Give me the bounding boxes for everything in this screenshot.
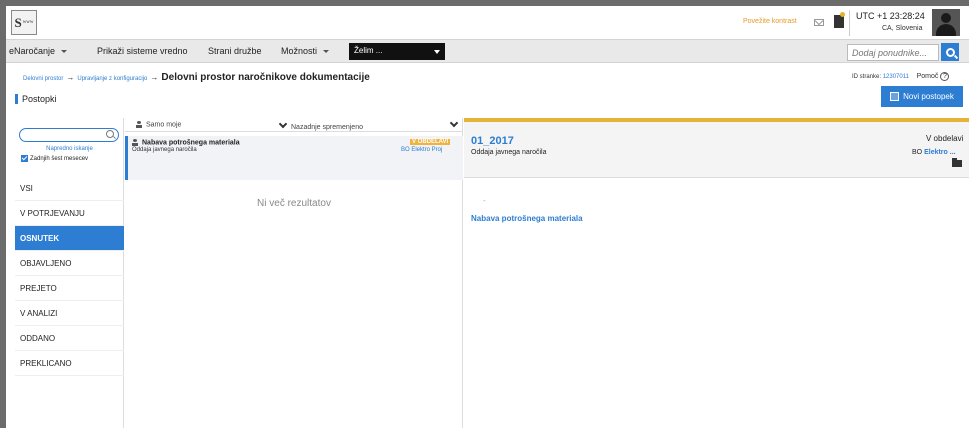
search-icon [106,130,114,138]
nav-companies-label: Strani družbe [208,46,262,56]
help-label[interactable]: Pomoč [917,73,939,80]
chevron-down-icon [61,50,68,54]
header-divider [849,10,850,36]
list-item[interactable]: Nabava potrošnega materiala Oddaja javne… [125,136,463,180]
arrow-right-icon: → [150,73,159,82]
bidder-search-input[interactable] [847,44,939,61]
user-avatar[interactable] [932,9,960,36]
sidebar-item-cancelled[interactable]: PREKLICANO [15,351,124,376]
list-item-title-text: Nabava potrošnega materiala [142,139,240,147]
customer-id-label: ID stranke: [852,74,882,80]
arrow-right-icon: → [66,73,75,82]
app-window: Swww Povežite kontrast UTC +1 23:28:24 C… [6,6,969,428]
list-item-subtitle: Oddaja javnega naročila [132,147,197,153]
filter-only-mine[interactable]: Samo moje [136,121,181,128]
sidebar-item-received[interactable]: PREJETO [15,276,124,301]
empty-value: - [483,196,486,205]
list-item-org[interactable]: BO Elektro Proj [401,147,442,153]
sort-last-changed[interactable]: Nazadnje spremenjeno [278,119,363,131]
sidebar-item-in-approval[interactable]: V POTRJEVANJU [15,201,124,226]
page-title: Delovni prostor naročnikove dokumentacij… [161,72,370,83]
detail-procedure-link[interactable]: Nabava potrošnega materiala [471,214,583,223]
new-procedure-button[interactable]: Novi postopek [881,86,963,107]
no-more-results: Ni več rezultatov [257,198,331,209]
sidebar-item-in-analysis[interactable]: V ANALIZI [15,301,124,326]
document-icon [890,92,900,101]
breadcrumb-configuration[interactable]: Upravljanje z konfiguracijo [77,76,147,82]
nav-systems-label: Prikaži sisteme vredno [97,46,188,56]
chevron-down-icon [323,50,330,54]
nav-options[interactable]: Možnosti [281,46,330,56]
list-filters: Samo moje Nazadnje spremenjeno [125,118,463,132]
clock-location: CA, Slovenia [882,25,923,32]
sidebar: Napredno iskanje Zadnjih šest mesecev VS… [15,118,124,428]
last-six-months-checkbox[interactable]: Zadnjih šest mesecev [21,155,88,162]
detail-panel: 01_2017 Oddaja javnega naročila V obdela… [464,118,969,428]
list-item-title: Nabava potrošnega materiala [132,139,240,146]
chevron-down-icon[interactable] [449,118,459,128]
procedure-list: Samo moje Nazadnje spremenjeno Nabava po… [125,118,463,428]
breadcrumb-workspace[interactable]: Delovni prostor [23,76,63,82]
search-button[interactable] [941,43,959,61]
main-nav: eNaročanje Prikaži sisteme vredno Strani… [6,39,969,63]
contact-link[interactable]: Povežite kontrast [743,18,797,25]
nav-systems[interactable]: Prikaži sisteme vredno [97,46,188,56]
sidebar-item-submitted[interactable]: ODDANO [15,326,124,351]
sidebar-item-published[interactable]: OBJAVLJENO [15,251,124,276]
nav-enarocanje-label: eNaročanje [9,46,56,56]
detail-subtitle: Oddaja javnega naročila [471,149,547,156]
sort-last-changed-label: Nazadnje spremenjeno [291,124,363,131]
logo-small: www [22,20,34,25]
status-badge: V OBDELAVI [410,139,451,145]
chevron-down-icon [434,50,440,54]
nav-options-label: Možnosti [281,46,318,56]
detail-org: BO Elektro ... [912,149,956,156]
advanced-search-link[interactable]: Napredno iskanje [15,146,124,152]
filter-only-mine-label: Samo moje [146,121,182,129]
checkbox-checked-icon [21,155,28,162]
search-icon [945,47,955,57]
logo[interactable]: Swww [11,10,37,35]
status-menu: VSI V POTRJEVANJU OSNUTEK OBJAVLJENO PRE… [15,176,124,376]
nav-companies[interactable]: Strani družbe [208,46,262,56]
notification-icon[interactable] [834,12,845,28]
detail-status: V obdelavi [926,134,964,143]
want-select-value: Želim ... [354,46,383,55]
new-procedure-label: Novi postopek [903,92,954,101]
nav-enarocanje[interactable]: eNaročanje [9,46,68,56]
chevron-down-icon [278,119,288,129]
detail-title[interactable]: 01_2017 [471,135,514,147]
last-six-months-label: Zadnjih šest mesecev [30,156,89,163]
detail-org-link[interactable]: Elektro ... [924,149,956,156]
detail-org-prefix: BO [912,149,923,156]
breadcrumb: Delovni prostor → Upravljanje z konfigurac… [23,72,370,83]
clock-time: UTC +1 23:28:24 [856,11,925,21]
help-icon[interactable]: ? [940,72,950,81]
mail-icon[interactable] [814,19,824,26]
detail-header: 01_2017 Oddaja javnega naročila V obdela… [464,118,969,178]
customer-id-value[interactable]: 12307011 [883,74,909,80]
logo-letter: S [14,14,22,30]
want-select[interactable]: Želim ... [349,43,445,60]
section-title: Postopki [15,94,57,104]
top-bar: Swww Povežite kontrast UTC +1 23:28:24 C… [6,6,969,39]
sidebar-item-all[interactable]: VSI [15,176,124,201]
sidebar-search-input[interactable] [19,128,119,142]
folder-icon[interactable] [952,158,962,167]
sidebar-item-draft[interactable]: OSNUTEK [15,226,124,251]
user-icon [132,139,138,146]
user-icon [136,121,142,128]
customer-info: ID stranke: 12307011 Pomoč? [852,72,950,81]
